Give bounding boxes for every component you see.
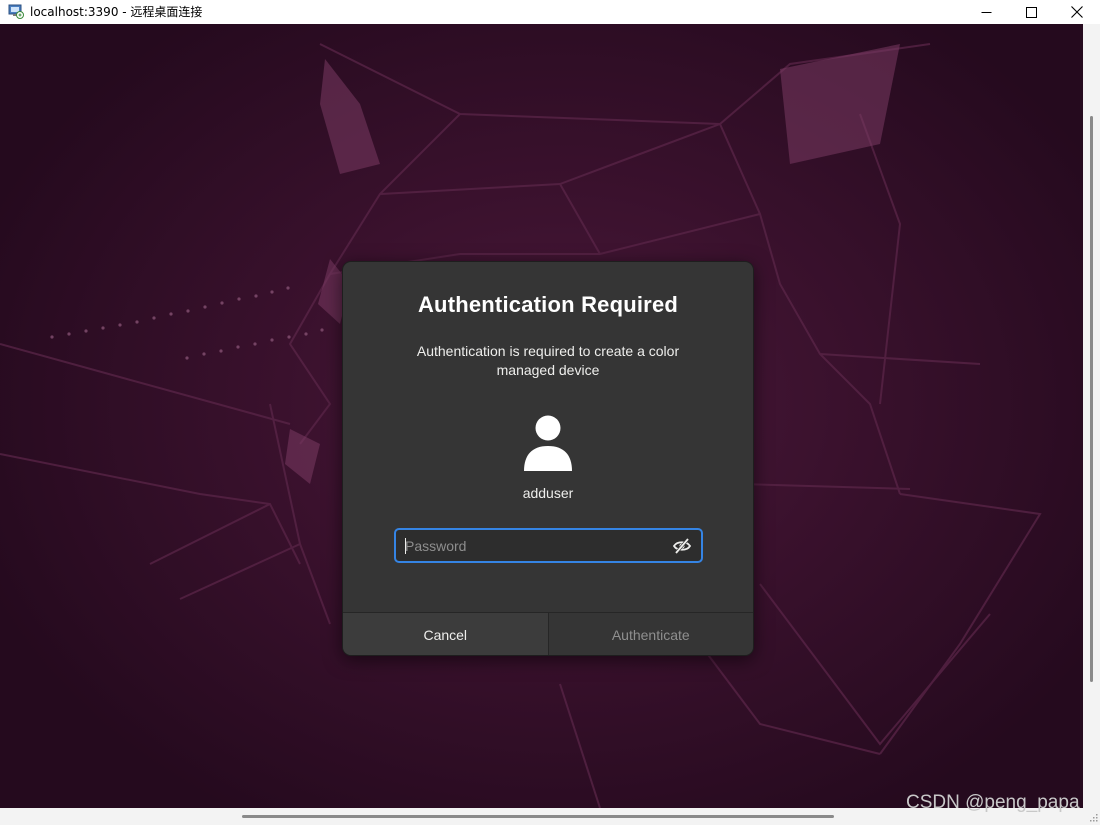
close-button[interactable] [1054, 0, 1100, 24]
vertical-scrollbar[interactable] [1083, 24, 1100, 808]
dialog-message: Authentication is required to create a c… [416, 343, 680, 378]
watermark-text: CSDN @peng_papa [906, 792, 1080, 813]
window-title-bar: localhost:3390 - 远程桌面连接 [0, 0, 1100, 24]
minimize-icon [981, 11, 991, 13]
authentication-dialog: Authentication Required Authentication i… [342, 261, 754, 656]
horizontal-scrollbar-thumb[interactable] [242, 815, 834, 818]
user-avatar-icon [524, 415, 572, 471]
close-icon [1071, 6, 1083, 18]
eye-hidden-icon[interactable] [672, 536, 692, 556]
maximize-button[interactable] [1008, 0, 1054, 24]
remote-desktop-icon [8, 4, 24, 19]
authenticate-button[interactable]: Authenticate [548, 613, 753, 655]
password-field[interactable] [394, 528, 703, 563]
username-label: adduser [522, 485, 574, 501]
dialog-title: Authentication Required [417, 292, 679, 317]
maximize-icon [1025, 6, 1037, 18]
cancel-button[interactable]: Cancel [343, 613, 549, 655]
password-input[interactable] [396, 530, 665, 561]
dialog-button-row: Cancel Authenticate [343, 612, 753, 655]
window-title: localhost:3390 - 远程桌面连接 [30, 5, 203, 19]
resize-grip-icon[interactable] [1089, 813, 1098, 822]
text-caret [405, 538, 406, 554]
minimize-button[interactable] [963, 0, 1009, 24]
vertical-scrollbar-thumb[interactable] [1090, 116, 1093, 682]
